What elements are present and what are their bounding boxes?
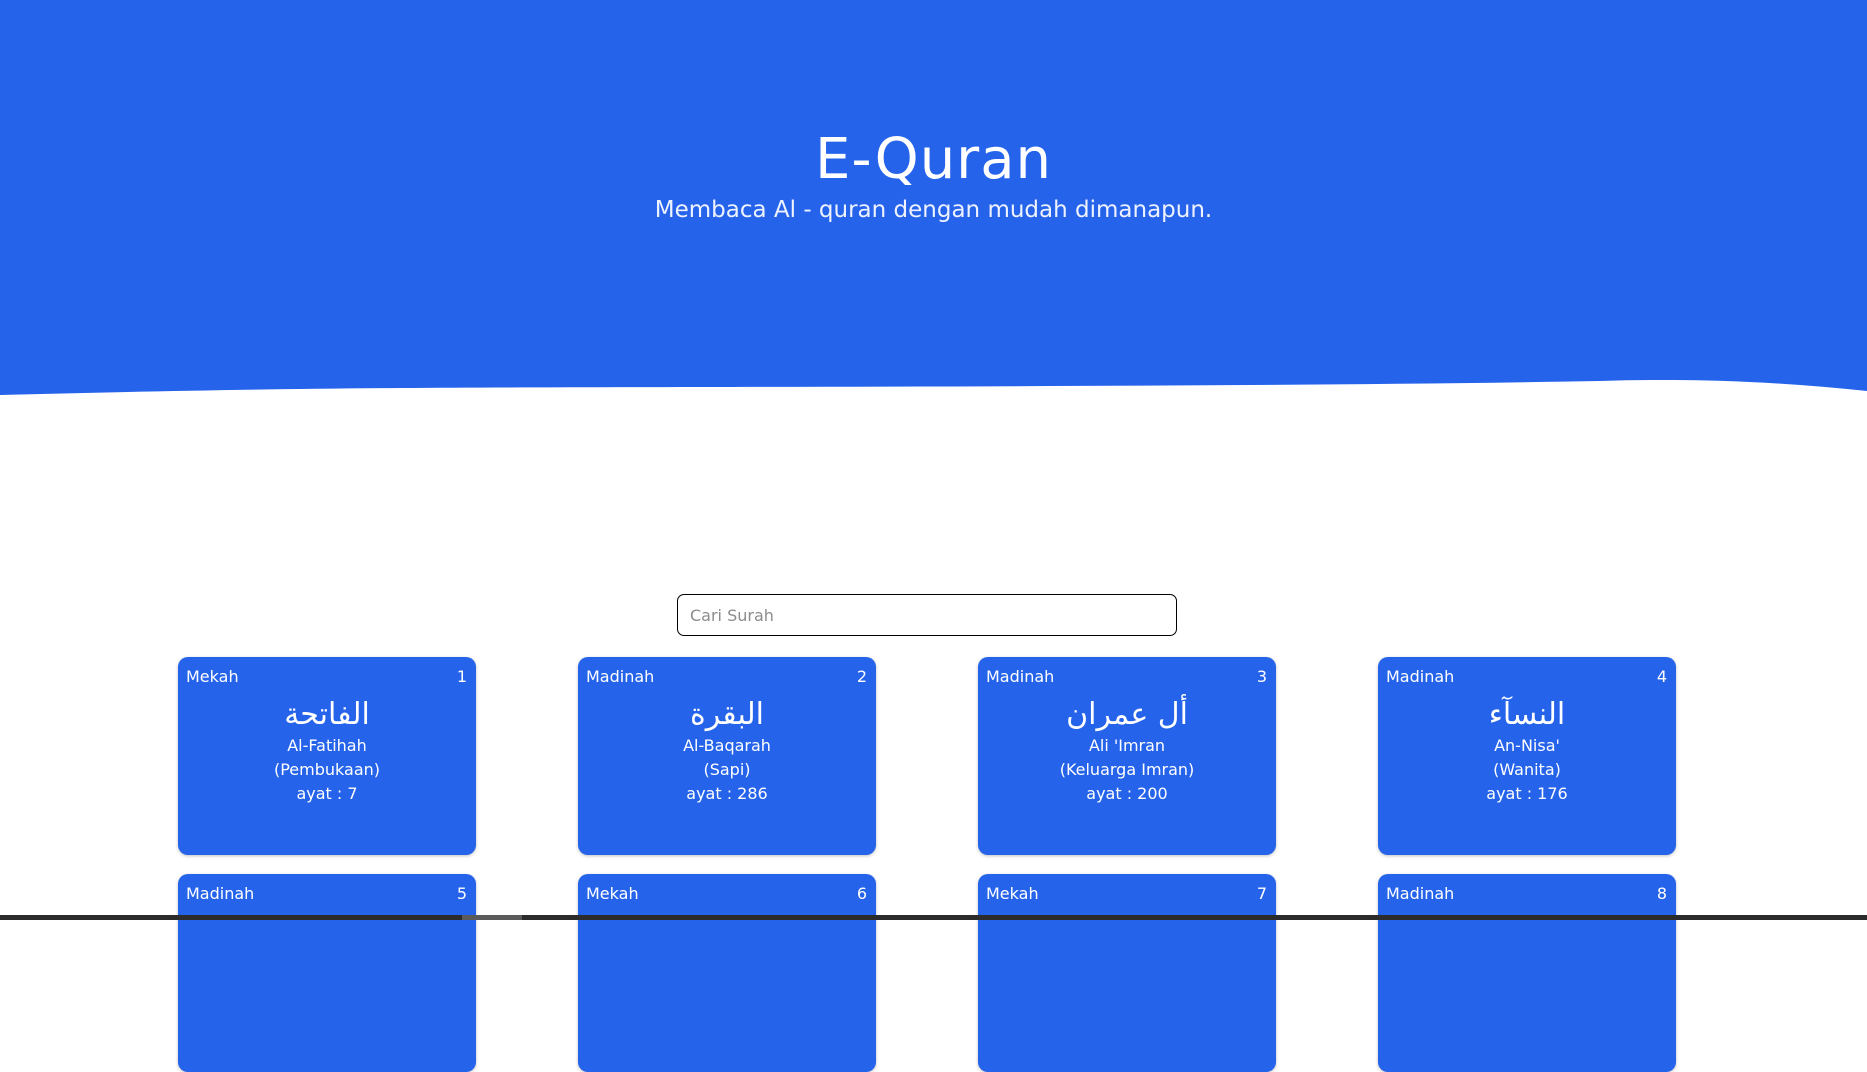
surah-card[interactable]: Mekah 7 [978,874,1276,1072]
surah-latin-name: An-Nisa' [1494,736,1560,755]
surah-latin-name: Ali 'Imran [1088,736,1166,755]
page-subtitle: Membaca Al - quran dengan mudah dimanapu… [654,197,1213,223]
surah-card[interactable]: Madinah 8 [1378,874,1676,1072]
surah-card[interactable]: Madinah 5 [178,874,476,1072]
surah-arabic-name: النسآء [1488,697,1566,732]
revelation-place: Madinah [186,884,255,903]
surah-number: 2 [856,667,867,686]
horizontal-scrollbar[interactable] [0,915,1867,920]
revelation-place: Mekah [186,667,239,686]
surah-arabic-name: البقرة [690,697,764,732]
surah-meaning: (Wanita) [1493,760,1561,779]
revelation-place: Mekah [586,884,639,903]
surah-ayat-count: ayat : 176 [1486,784,1568,803]
surah-arabic-name: أل عمران [1066,697,1188,732]
surah-number: 8 [1656,884,1667,903]
surah-arabic-name: الفاتحة [284,697,370,732]
scrollbar-thumb[interactable] [462,915,522,920]
surah-number: 3 [1256,667,1267,686]
hero-banner: E-Quran Membaca Al - quran dengan mudah … [0,0,1867,400]
surah-meaning: (Sapi) [703,760,751,779]
surah-number: 7 [1256,884,1267,903]
surah-latin-name: Al-Baqarah [683,736,771,755]
surah-number: 5 [456,884,467,903]
revelation-place: Mekah [986,884,1039,903]
surah-latin-name: Al-Fatihah [287,736,367,755]
page-title: E-Quran [814,127,1053,192]
surah-meaning: (Keluarga Imran) [1059,760,1195,779]
surah-number: 6 [856,884,867,903]
surah-ayat-count: ayat : 200 [1086,784,1168,803]
surah-ayat-count: ayat : 286 [686,784,768,803]
surah-card[interactable]: Madinah 2 البقرة Al-Baqarah (Sapi) ayat … [578,657,876,855]
surah-card[interactable]: Mekah 1 الفاتحة Al-Fatihah (Pembukaan) a… [178,657,476,855]
surah-card[interactable]: Mekah 6 [578,874,876,1072]
surah-card[interactable]: Madinah 4 النسآء An-Nisa' (Wanita) ayat … [1378,657,1676,855]
revelation-place: Madinah [1386,667,1455,686]
surah-number: 4 [1656,667,1667,686]
revelation-place: Madinah [986,667,1055,686]
surah-number: 1 [456,667,467,686]
surah-meaning: (Pembukaan) [273,760,381,779]
surah-ayat-count: ayat : 7 [296,784,358,803]
surah-card[interactable]: Madinah 3 أل عمران Ali 'Imran (Keluarga … [978,657,1276,855]
revelation-place: Madinah [586,667,655,686]
surah-grid: Mekah 1 الفاتحة Al-Fatihah (Pembukaan) a… [178,657,1676,1072]
revelation-place: Madinah [1386,884,1455,903]
search-input[interactable] [677,594,1177,636]
